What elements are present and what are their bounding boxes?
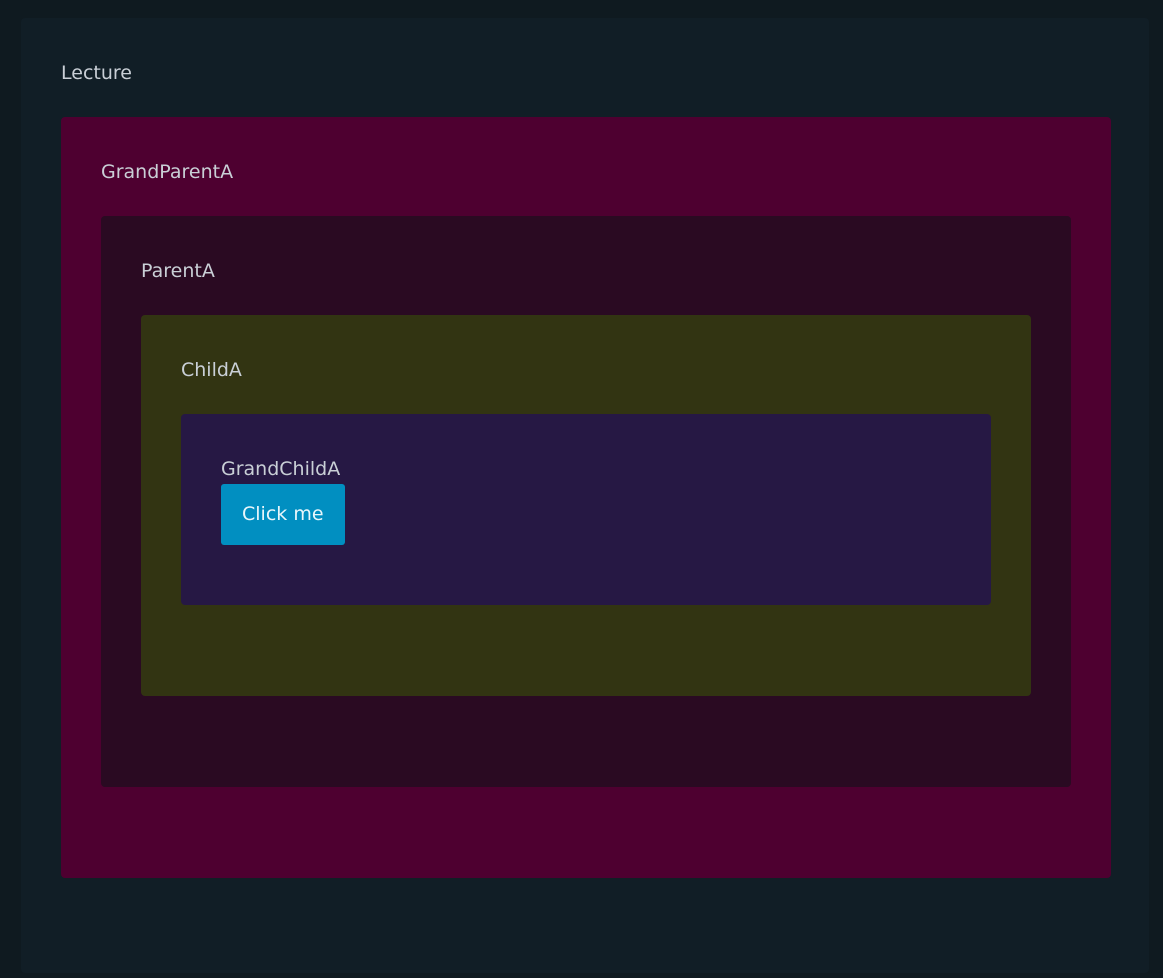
grandchild-label: GrandChildA [221,458,341,480]
grandparent-container: GrandParentA ParentA ChildA GrandChildA … [61,117,1111,878]
lecture-label: Lecture [61,62,132,84]
child-container: ChildA GrandChildA Click me [141,315,1031,696]
lecture-container: Lecture GrandParentA ParentA ChildA Gran… [21,18,1149,973]
grandchild-container: GrandChildA Click me [181,414,991,605]
child-label: ChildA [181,359,242,381]
parent-container: ParentA ChildA GrandChildA Click me [101,216,1071,787]
grandparent-label: GrandParentA [101,161,234,183]
click-me-button[interactable]: Click me [221,484,345,545]
parent-label: ParentA [141,260,215,282]
